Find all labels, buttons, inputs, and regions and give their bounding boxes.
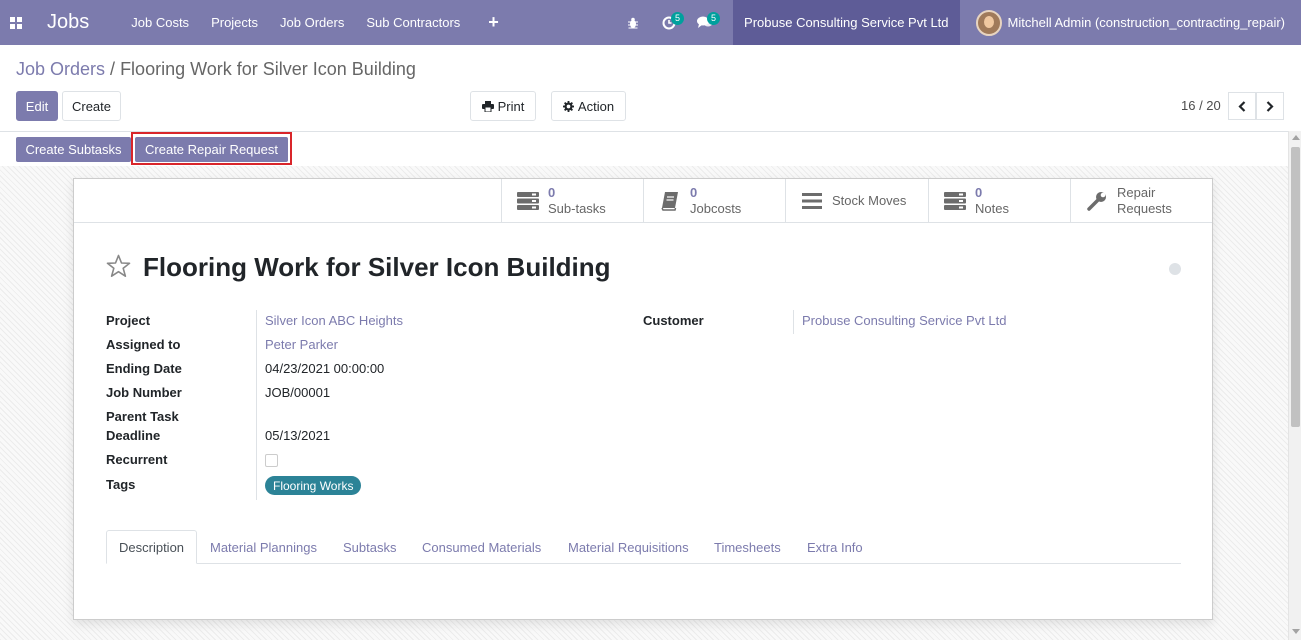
messages-badge: 5 bbox=[707, 12, 721, 25]
print-icon bbox=[481, 100, 494, 112]
scrollbar[interactable] bbox=[1288, 131, 1301, 640]
pager-value[interactable]: 16 / 20 bbox=[1181, 98, 1221, 113]
edit-button[interactable]: Edit bbox=[16, 91, 58, 121]
tags-label: Tags bbox=[106, 477, 136, 492]
highlight-annotation bbox=[131, 132, 292, 165]
star-icon[interactable] bbox=[106, 254, 131, 281]
action-label: Action bbox=[577, 98, 615, 114]
project-label: Project bbox=[106, 313, 151, 328]
menu-job-orders[interactable]: Job Orders bbox=[280, 15, 344, 30]
tab-material-requisitions[interactable]: Material Requisitions bbox=[568, 530, 689, 564]
user-name: Mitchell Admin (construction_contracting… bbox=[1007, 15, 1285, 30]
parent-task-label: Parent Task bbox=[106, 409, 179, 424]
jobcosts-smart-button[interactable]: 0 Jobcosts bbox=[643, 179, 785, 223]
apps-menu-icon[interactable] bbox=[0, 0, 32, 45]
recurrent-checkbox[interactable] bbox=[265, 454, 278, 467]
field-separator-right bbox=[793, 310, 794, 334]
create-button[interactable]: Create bbox=[62, 91, 121, 121]
notes-count: 0 bbox=[975, 185, 983, 200]
notebook-tabs: Description Material Plannings Subtasks … bbox=[106, 530, 1181, 564]
print-button[interactable]: Print bbox=[470, 91, 536, 121]
customer-value[interactable]: Probuse Consulting Service Pvt Ltd bbox=[802, 313, 1007, 328]
tab-consumed-materials[interactable]: Consumed Materials bbox=[422, 530, 541, 564]
notes-label: Notes bbox=[975, 201, 1009, 216]
tag-flooring-works[interactable]: Flooring Works bbox=[265, 476, 362, 495]
scroll-thumb[interactable] bbox=[1291, 147, 1300, 427]
user-avatar bbox=[975, 9, 1002, 36]
breadcrumb: Job Orders / Flooring Work for Silver Icon… bbox=[16, 59, 416, 80]
more-menu-plus[interactable]: + bbox=[488, 12, 499, 33]
jobcosts-label: Jobcosts bbox=[690, 201, 742, 216]
menu-job-costs[interactable]: Job Costs bbox=[131, 15, 189, 30]
app-brand[interactable]: Jobs bbox=[47, 11, 89, 34]
pager-previous-button[interactable] bbox=[1228, 92, 1256, 120]
project-value[interactable]: Silver Icon ABC Heights bbox=[265, 313, 403, 328]
company-switcher[interactable]: Probuse Consulting Service Pvt Ltd bbox=[733, 0, 960, 45]
menu-sub-contractors[interactable]: Sub Contractors bbox=[366, 15, 460, 30]
repair-line1: Repair bbox=[1117, 185, 1156, 200]
chevron-right-icon bbox=[1266, 100, 1274, 112]
create-subtasks-button[interactable]: Create Subtasks bbox=[16, 137, 131, 162]
activity-clock-icon[interactable]: 5 bbox=[651, 0, 687, 45]
field-separator-left bbox=[256, 310, 257, 500]
activity-badge: 5 bbox=[671, 12, 685, 25]
subtasks-smart-button[interactable]: 0 Sub-tasks bbox=[501, 179, 643, 223]
menu-projects[interactable]: Projects bbox=[211, 15, 258, 30]
navbar-systray: 5 5 Probuse Consulting Service Pvt Ltd M… bbox=[615, 0, 1301, 45]
tab-timesheets[interactable]: Timesheets bbox=[714, 530, 781, 564]
repair-requests-smart-button[interactable]: Repair Requests bbox=[1070, 179, 1212, 223]
print-label: Print bbox=[497, 98, 525, 114]
deadline-value: 05/13/2021 bbox=[265, 428, 331, 443]
assigned-to-label: Assigned to bbox=[106, 337, 181, 352]
subtasks-count: 0 bbox=[548, 185, 556, 200]
server-icon bbox=[512, 192, 544, 210]
form-sheet: 0 Sub-tasks 0 Jobcosts Stock Moves 0 Notes … bbox=[73, 178, 1213, 620]
list-bars-icon bbox=[796, 193, 828, 209]
server-icon bbox=[939, 192, 971, 210]
chevron-left-icon bbox=[1238, 100, 1246, 112]
tab-description[interactable]: Description bbox=[106, 530, 198, 564]
scroll-down-arrow[interactable] bbox=[1292, 629, 1300, 634]
pager-next-button[interactable] bbox=[1256, 92, 1284, 120]
scroll-up-arrow[interactable] bbox=[1292, 135, 1300, 140]
tab-subtasks[interactable]: Subtasks bbox=[343, 530, 396, 564]
tab-material-plannings[interactable]: Material Plannings bbox=[210, 530, 317, 564]
repair-line2: Requests bbox=[1117, 201, 1172, 216]
assigned-to-value[interactable]: Peter Parker bbox=[265, 337, 338, 352]
gear-icon bbox=[562, 100, 574, 112]
ending-date-value: 04/23/2021 00:00:00 bbox=[265, 361, 385, 376]
action-button[interactable]: Action bbox=[551, 91, 626, 121]
job-number-label: Job Number bbox=[106, 385, 182, 400]
customer-label: Customer bbox=[643, 313, 704, 328]
bug-icon[interactable] bbox=[615, 0, 651, 45]
tab-extra-info[interactable]: Extra Info bbox=[807, 530, 863, 564]
messages-icon[interactable]: 5 bbox=[687, 0, 723, 45]
deadline-label: Deadline bbox=[106, 428, 161, 443]
breadcrumb-current: Flooring Work for Silver Icon Building bbox=[120, 59, 416, 79]
smart-buttons-row: 0 Sub-tasks 0 Jobcosts Stock Moves 0 Notes … bbox=[74, 179, 1212, 223]
stock-moves-label: Stock Moves bbox=[832, 193, 907, 208]
recurrent-label: Recurrent bbox=[106, 452, 168, 467]
subtasks-label: Sub-tasks bbox=[548, 201, 606, 216]
jobcosts-count: 0 bbox=[690, 185, 698, 200]
top-navbar: Jobs Job Costs Projects Job Orders Sub C… bbox=[0, 0, 1301, 45]
kanban-state-indicator[interactable] bbox=[1169, 263, 1181, 275]
breadcrumb-separator: / bbox=[110, 59, 116, 79]
ending-date-label: Ending Date bbox=[106, 361, 182, 376]
record-title[interactable]: Flooring Work for Silver Icon Building bbox=[143, 252, 611, 283]
job-number-value: JOB/00001 bbox=[265, 385, 331, 400]
book-icon bbox=[654, 191, 686, 211]
user-menu[interactable]: Mitchell Admin (construction_contracting… bbox=[960, 0, 1301, 45]
notes-smart-button[interactable]: 0 Notes bbox=[928, 179, 1070, 223]
stock-moves-smart-button[interactable]: Stock Moves bbox=[785, 179, 928, 223]
breadcrumb-job-orders[interactable]: Job Orders bbox=[16, 59, 105, 79]
wrench-icon bbox=[1081, 191, 1113, 211]
